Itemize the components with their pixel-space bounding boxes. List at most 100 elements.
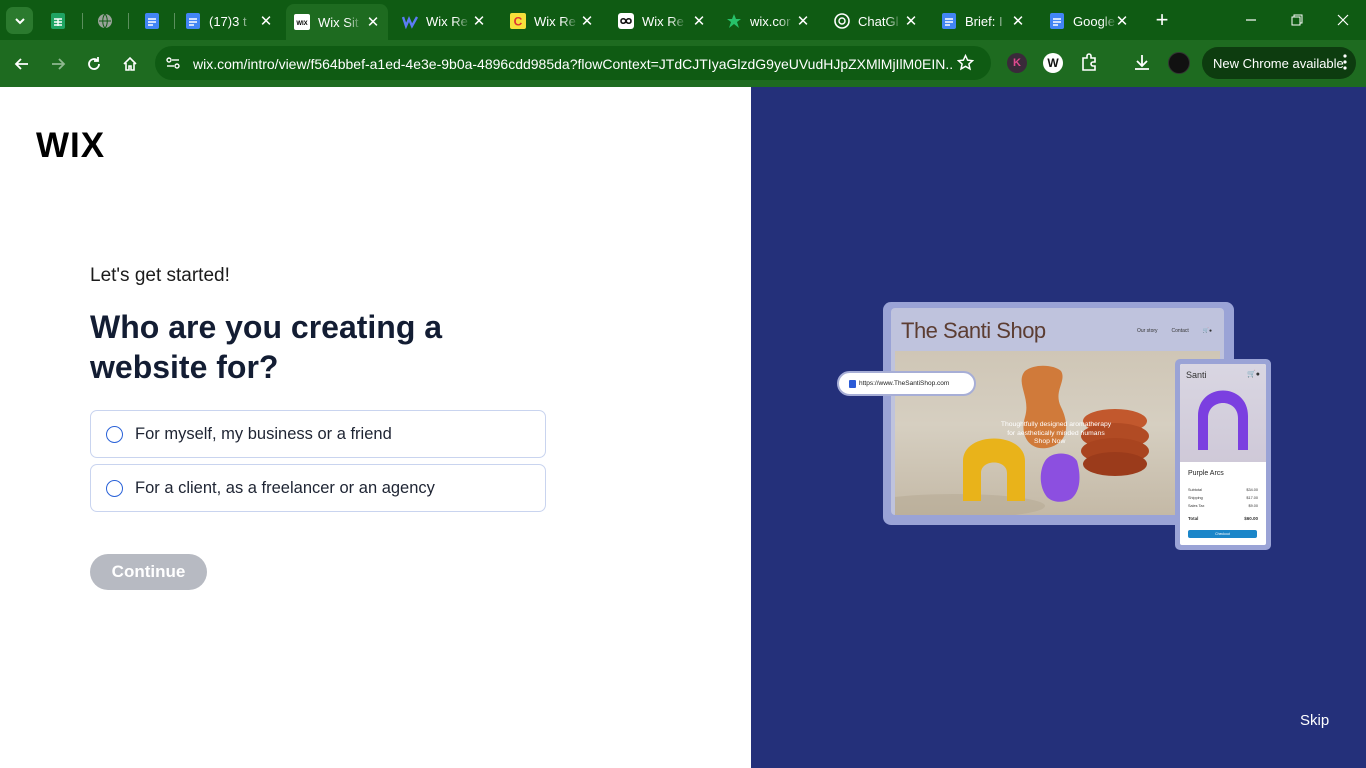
tab-title: (17)3 t xyxy=(209,13,247,29)
tab-wix-site[interactable]: WIX Wix Sit ✕ xyxy=(286,4,388,40)
close-icon[interactable]: ✕ xyxy=(902,12,920,30)
mockup-url-pill: https://www.TheSantiShop.com xyxy=(837,371,976,396)
green-star-icon xyxy=(726,13,742,29)
google-docs-icon xyxy=(185,13,201,29)
tab-globe[interactable] xyxy=(97,6,119,36)
intro-kicker: Let's get started! xyxy=(90,265,230,286)
url-text[interactable]: wix.com/intro/view/f564bbef-a1ed-4e3e-9b… xyxy=(193,56,953,72)
profile-avatar[interactable] xyxy=(1168,52,1190,74)
cart-icon: 🛒● xyxy=(1247,371,1260,378)
google-docs-icon xyxy=(1049,13,1065,29)
tab-c[interactable]: C Wix Re ✕ xyxy=(510,6,602,36)
close-icon[interactable]: ✕ xyxy=(470,12,488,30)
infinity-icon xyxy=(618,13,634,29)
option-label: For myself, my business or a friend xyxy=(135,424,392,443)
forward-button[interactable] xyxy=(44,50,72,78)
lock-icon xyxy=(849,380,856,388)
svg-text:C: C xyxy=(514,15,523,29)
restore-button[interactable] xyxy=(1283,8,1311,32)
page-title: Who are you creating a website for? xyxy=(90,309,443,385)
shop-nav-item: Contact xyxy=(1171,328,1189,334)
shop-nav: Our story Contact 🛒● xyxy=(1137,328,1212,334)
yellow-c-icon: C xyxy=(510,13,526,29)
summary-row: Sales Tax $9.00 xyxy=(1188,504,1258,508)
tab-docs-2[interactable]: (17)3 t ✕ xyxy=(185,6,281,36)
tab-infinity[interactable]: Wix Re ✕ xyxy=(618,6,714,36)
chevron-down-icon xyxy=(14,17,25,24)
continue-button[interactable]: Continue xyxy=(90,554,207,590)
wix-icon: WIX xyxy=(294,14,310,30)
cart-icon: 🛒● xyxy=(1202,328,1212,334)
close-icon[interactable]: ✕ xyxy=(578,12,596,30)
summary-row: Shipping $17.00 xyxy=(1188,496,1258,500)
tab-title: wix.cor xyxy=(750,13,791,29)
tab-title: Wix Re xyxy=(426,13,468,29)
site-settings-icon[interactable] xyxy=(165,55,181,76)
tab-title: Wix Re xyxy=(642,13,684,29)
mockup-url: https://www.TheSantiShop.com xyxy=(859,380,950,387)
bookmark-star-icon[interactable] xyxy=(956,53,975,76)
home-icon xyxy=(123,56,137,71)
mobile-product-name: Purple Arcs xyxy=(1188,470,1224,477)
wix-logo: WIX xyxy=(36,126,106,165)
close-icon[interactable]: ✕ xyxy=(794,12,812,30)
tab-wix-com[interactable]: wix.cor ✕ xyxy=(726,6,818,36)
home-button[interactable] xyxy=(116,50,144,78)
tab-title: ChatGl xyxy=(858,13,899,29)
tab-docs-1[interactable] xyxy=(144,6,166,36)
tab-sheets[interactable] xyxy=(50,6,72,36)
tab-search-button[interactable] xyxy=(6,7,33,34)
reload-icon xyxy=(88,57,100,70)
tab-webflow[interactable]: Wix Re ✕ xyxy=(402,6,494,36)
shop-now-link: Shop Now xyxy=(1034,438,1066,445)
arrow-left-icon xyxy=(14,58,28,70)
close-icon[interactable]: ✕ xyxy=(364,13,382,31)
hero-caption-line: for aesthetically minded humans xyxy=(1007,430,1105,437)
webflow-icon xyxy=(402,13,418,29)
close-icon xyxy=(1337,14,1349,26)
new-chrome-available-button[interactable]: New Chrome available xyxy=(1202,47,1356,79)
close-window-button[interactable] xyxy=(1329,8,1357,32)
download-icon[interactable] xyxy=(1132,52,1152,77)
arrow-right-icon xyxy=(52,58,66,70)
k-extension-icon[interactable]: K xyxy=(1007,53,1027,73)
kebab-menu-icon[interactable] xyxy=(1343,54,1347,73)
tab-title: Wix Re xyxy=(534,13,576,29)
tab-google[interactable]: Google ✕ xyxy=(1049,6,1137,36)
close-icon[interactable]: ✕ xyxy=(690,12,708,30)
chatgpt-icon xyxy=(834,13,850,29)
option-client[interactable]: For a client, as a freelancer or an agen… xyxy=(90,464,546,512)
summary-row: Subtotal $34.00 xyxy=(1188,488,1258,492)
tab-title: Brief: I xyxy=(965,13,1003,29)
minimize-icon xyxy=(1246,19,1256,21)
plus-icon: + xyxy=(1155,7,1169,32)
mobile-brand: Santi xyxy=(1186,370,1207,380)
tab-chatgpt[interactable]: ChatGl ✕ xyxy=(834,6,926,36)
svg-text:WIX: WIX xyxy=(296,21,307,27)
new-tab-button[interactable]: + xyxy=(1150,7,1174,32)
google-sheets-icon xyxy=(50,13,66,29)
option-myself[interactable]: For myself, my business or a friend xyxy=(90,410,546,458)
hero-caption-line: Thoughtfully designed aromatherapy xyxy=(1000,421,1112,428)
mobile-mockup-screen: Santi 🛒● Purple Arcs Subtotal $34.00 Ship… xyxy=(1180,364,1266,545)
w-extension-icon[interactable]: W xyxy=(1043,53,1063,73)
option-label: For a client, as a freelancer or an agen… xyxy=(135,478,435,497)
back-button[interactable] xyxy=(8,50,36,78)
tab-title: Google xyxy=(1073,13,1115,29)
shop-title: The Santi Shop xyxy=(901,318,1046,343)
tab-title: Wix Sit xyxy=(318,14,359,30)
close-icon[interactable]: ✕ xyxy=(257,12,275,30)
google-docs-icon xyxy=(144,13,160,29)
mobile-checkout-button: Checkout xyxy=(1188,530,1257,538)
close-icon[interactable]: ✕ xyxy=(1113,12,1131,30)
radio-button[interactable] xyxy=(106,425,123,443)
reload-button[interactable] xyxy=(80,50,108,78)
summary-total-row: Total $60.00 xyxy=(1188,516,1258,521)
radio-button[interactable] xyxy=(106,479,123,497)
minimize-button[interactable] xyxy=(1237,8,1265,32)
shop-nav-item: Our story xyxy=(1136,328,1158,334)
extensions-puzzle-icon[interactable] xyxy=(1080,52,1100,77)
close-icon[interactable]: ✕ xyxy=(1009,12,1027,30)
tab-brief[interactable]: Brief: I ✕ xyxy=(941,6,1033,36)
skip-link[interactable]: Skip xyxy=(1300,712,1329,729)
